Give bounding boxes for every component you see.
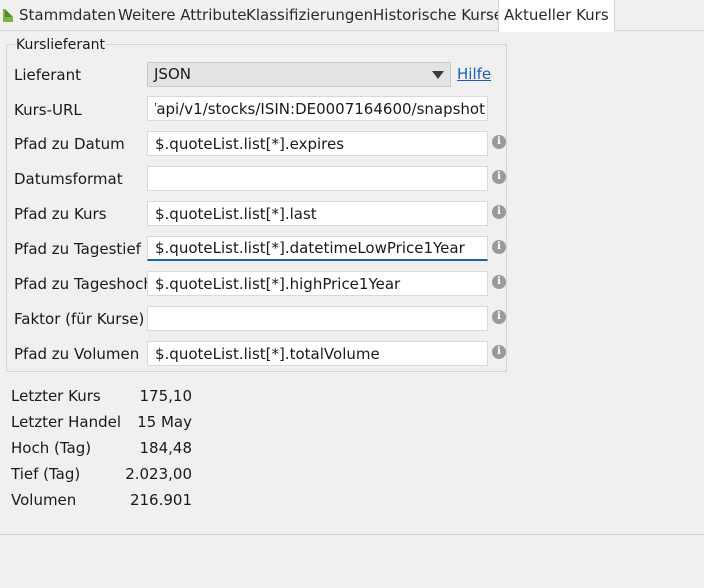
day-low-value: 2.023,00 bbox=[125, 465, 192, 483]
provider-value: JSON bbox=[154, 65, 191, 83]
last-trade-value: 15 May bbox=[137, 413, 192, 431]
factor-input[interactable] bbox=[147, 306, 488, 331]
date-path-input[interactable] bbox=[147, 131, 488, 156]
tab-stammdaten[interactable]: Stammdaten bbox=[19, 0, 116, 31]
tab-klassifizierungen[interactable]: Klassifizierungen bbox=[246, 0, 373, 31]
day-high-label: Hoch (Tag) bbox=[11, 439, 92, 457]
info-icon[interactable]: i bbox=[492, 170, 506, 184]
high-path-label: Pfad zu Tageshoch bbox=[14, 275, 153, 293]
info-icon[interactable]: i bbox=[492, 240, 506, 254]
last-price-label: Letzter Kurs bbox=[11, 387, 101, 405]
chevron-down-icon[interactable] bbox=[432, 71, 444, 79]
info-icon[interactable]: i bbox=[492, 135, 506, 149]
date-format-label: Datumsformat bbox=[14, 170, 123, 188]
tab-aktueller-kurs[interactable]: Aktueller Kurs bbox=[498, 0, 615, 32]
provider-label: Lieferant bbox=[14, 66, 82, 84]
tab-historische-kurse[interactable]: Historische Kurse bbox=[373, 0, 503, 31]
volume-path-input[interactable] bbox=[147, 341, 488, 366]
volume-value: 216.901 bbox=[129, 491, 192, 509]
close-path-input[interactable] bbox=[147, 201, 488, 226]
factor-label: Faktor (für Kurse) bbox=[14, 310, 145, 328]
groupbox-title: Kurslieferant bbox=[15, 37, 107, 53]
info-icon[interactable]: i bbox=[492, 205, 506, 219]
divider bbox=[0, 534, 704, 535]
info-icon[interactable]: i bbox=[492, 310, 506, 324]
date-path-label: Pfad zu Datum bbox=[14, 135, 125, 153]
url-input[interactable] bbox=[147, 96, 488, 121]
volume-label: Volumen bbox=[11, 491, 77, 509]
low-path-label: Pfad zu Tagestief bbox=[14, 240, 141, 258]
low-path-input[interactable] bbox=[147, 236, 488, 261]
tab-bar: Stammdaten Weitere Attribute Klassifizie… bbox=[0, 0, 704, 32]
help-link[interactable]: Hilfe bbox=[457, 65, 491, 83]
url-label: Kurs-URL bbox=[14, 101, 82, 119]
day-low-label: Tief (Tag) bbox=[11, 465, 81, 483]
date-format-input[interactable] bbox=[147, 166, 488, 191]
day-high-value: 184,48 bbox=[139, 439, 193, 457]
last-price-value: 175,10 bbox=[139, 387, 193, 405]
last-trade-label: Letzter Handel bbox=[11, 413, 122, 431]
info-icon[interactable]: i bbox=[492, 345, 506, 359]
tab-weitere-attribute[interactable]: Weitere Attribute bbox=[118, 0, 247, 31]
high-path-input[interactable] bbox=[147, 271, 488, 296]
document-icon bbox=[3, 9, 13, 22]
provider-combobox[interactable]: JSON bbox=[147, 62, 451, 87]
info-icon[interactable]: i bbox=[492, 275, 506, 289]
volume-path-label: Pfad zu Volumen bbox=[14, 345, 140, 363]
close-path-label: Pfad zu Kurs bbox=[14, 205, 107, 223]
